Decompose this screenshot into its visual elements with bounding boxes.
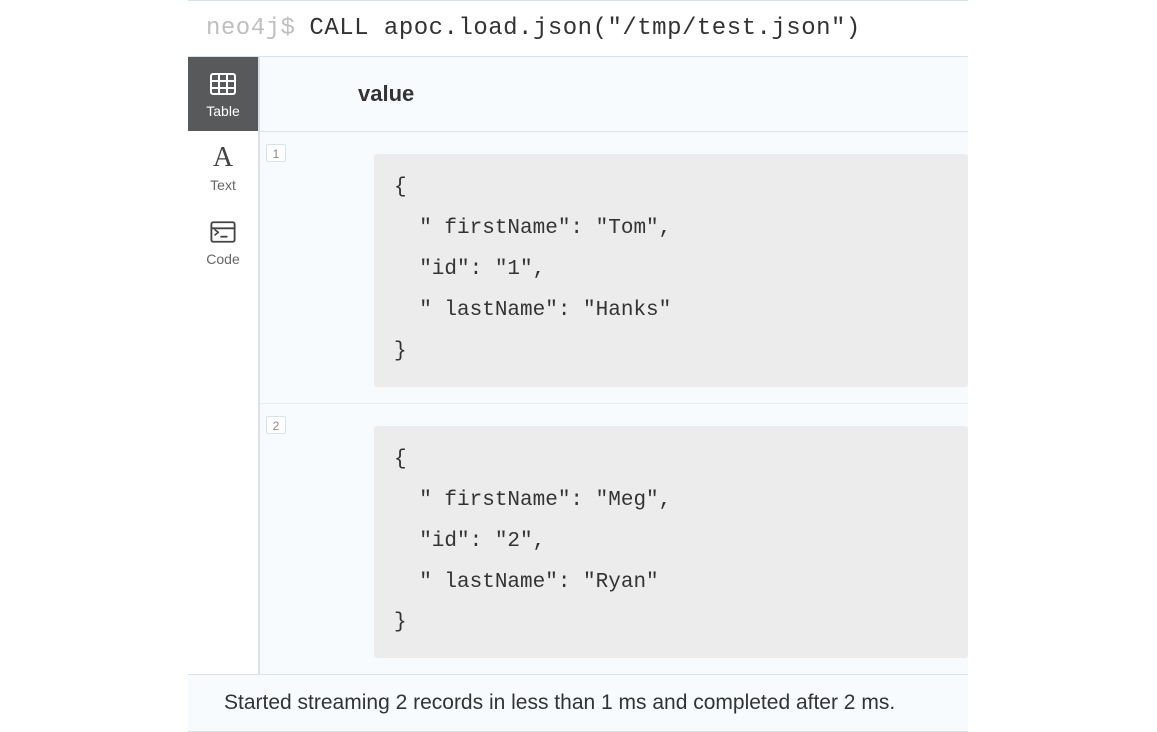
row-number: 2: [266, 416, 286, 434]
status-bar: Started streaming 2 records in less than…: [188, 675, 968, 732]
tab-label: Text: [210, 177, 236, 193]
json-value: { " firstName": "Meg", "id": "2", " last…: [374, 426, 968, 659]
view-tabs: Table A Text Code: [188, 57, 258, 674]
status-text: Started streaming 2 records in less than…: [224, 691, 895, 714]
table-row: 1 { " firstName": "Tom", "id": "1", " la…: [260, 132, 968, 404]
table-header: value: [260, 57, 968, 132]
json-value: { " firstName": "Tom", "id": "1", " last…: [374, 154, 968, 387]
column-header-value: value: [358, 81, 414, 106]
results-content: value 1 { " firstName": "Tom", "id": "1"…: [258, 57, 968, 674]
query-prompt: neo4j$: [206, 15, 295, 42]
table-row: 2 { " firstName": "Meg", "id": "2", " la…: [260, 404, 968, 675]
query-text: CALL apoc.load.json("/tmp/test.json"): [309, 15, 860, 42]
row-number: 1: [266, 144, 286, 162]
query-bar[interactable]: neo4j$ CALL apoc.load.json("/tmp/test.js…: [188, 0, 968, 57]
tab-label: Table: [206, 103, 239, 119]
tab-code[interactable]: Code: [188, 205, 258, 279]
table-icon: [210, 71, 236, 97]
row-value: { " firstName": "Meg", "id": "2", " last…: [286, 412, 968, 659]
row-value: { " firstName": "Tom", "id": "1", " last…: [286, 140, 968, 387]
tab-text[interactable]: A Text: [188, 131, 258, 205]
results-area: Table A Text Code value: [188, 57, 968, 675]
tab-label: Code: [206, 251, 239, 267]
tab-table[interactable]: Table: [188, 57, 258, 131]
code-icon: [210, 219, 236, 245]
text-icon: A: [210, 145, 236, 171]
